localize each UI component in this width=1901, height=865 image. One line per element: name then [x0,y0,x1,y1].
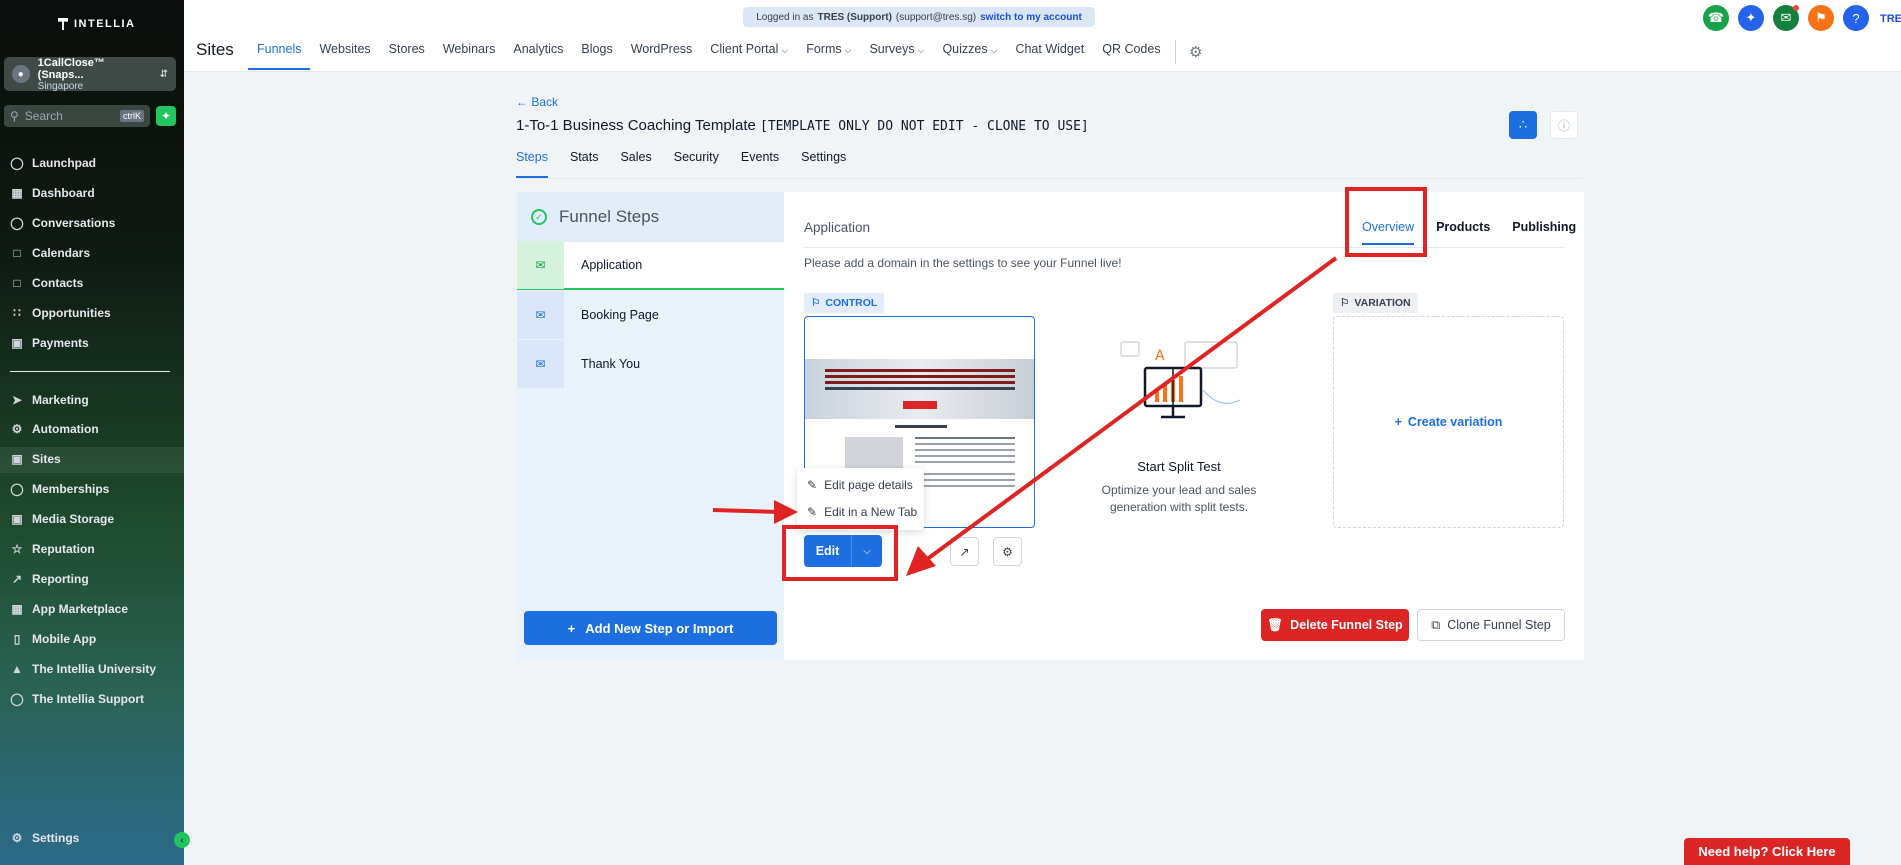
need-help-button[interactable]: Need help? Click Here [1684,838,1850,865]
annotation-arrows [712,256,1338,576]
